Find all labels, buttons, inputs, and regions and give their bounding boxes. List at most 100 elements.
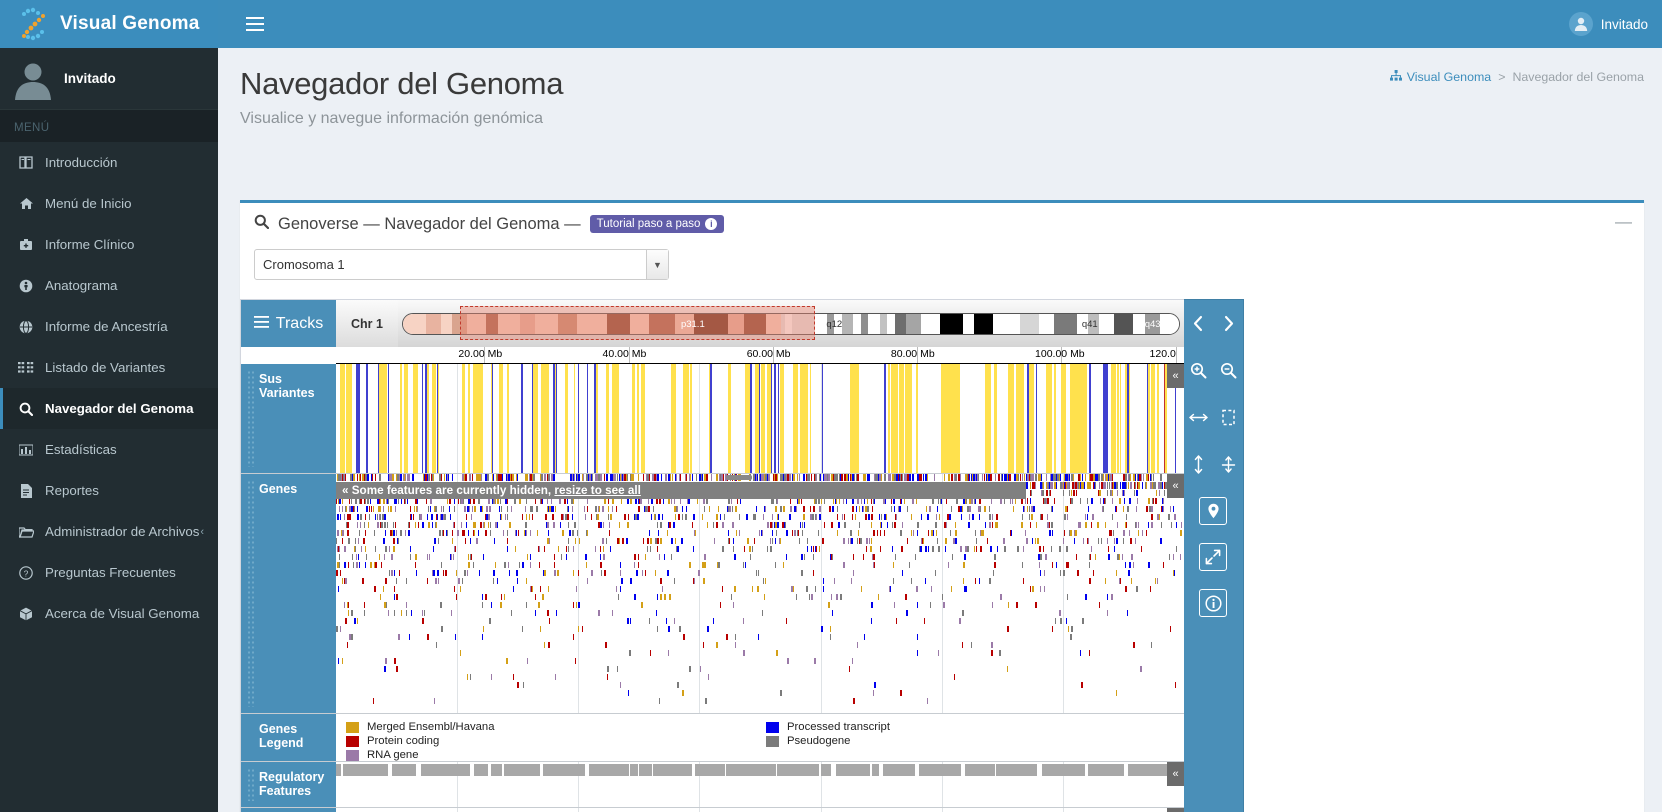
drag-grip-icon[interactable]	[247, 768, 254, 801]
resize-to-see-all-link[interactable]: resize to see all	[554, 484, 640, 497]
gene-feature	[1080, 474, 1081, 481]
track-label-sus-variantes[interactable]: Sus Variantes	[241, 364, 336, 473]
gene-feature	[971, 642, 972, 648]
horizontal-drag-button[interactable]	[1184, 394, 1214, 441]
gene-feature	[1103, 506, 1104, 512]
gene-feature	[771, 522, 773, 528]
region-select-button[interactable]	[1214, 394, 1244, 441]
gene-feature	[618, 522, 620, 528]
scroll-left-button[interactable]	[1184, 300, 1214, 347]
collapse-track-button[interactable]: «	[1167, 762, 1184, 786]
track-label-genes[interactable]: Genes	[241, 474, 336, 713]
marker-button[interactable]	[1199, 497, 1227, 525]
tracks-menu-button[interactable]: Tracks	[241, 300, 336, 347]
gene-feature	[585, 554, 588, 560]
drag-grip-icon[interactable]	[247, 370, 254, 467]
collapse-track-button[interactable]: «	[1167, 474, 1184, 498]
variant-bar	[413, 364, 418, 473]
ideogram-selection-region[interactable]	[460, 306, 815, 340]
sidebar-item-informe-clinico[interactable]: Informe Clínico	[0, 224, 218, 265]
track-body-sus-variantes[interactable]: «	[336, 364, 1184, 473]
track-scroll-nub[interactable]	[726, 475, 753, 480]
gene-feature	[682, 634, 685, 640]
gene-feature	[955, 474, 957, 481]
gene-feature	[621, 538, 624, 544]
sidebar-item-reportes[interactable]: Reportes	[0, 470, 218, 511]
sidebar-user-panel[interactable]: Invitado	[0, 48, 218, 110]
zoom-in-button[interactable]	[1184, 347, 1214, 394]
sidebar-item-introduccion[interactable]: Introducción	[0, 142, 218, 183]
height-reset-button[interactable]	[1214, 441, 1244, 488]
vertical-resize-button[interactable]	[1184, 441, 1214, 488]
track-body-genes[interactable]: « Some features are currently hidden, re…	[336, 474, 1184, 713]
variant-bar	[507, 364, 509, 473]
sidebar-item-administrador-de-archivos[interactable]: Administrador de Archivos ‹	[0, 511, 218, 552]
gene-feature	[1034, 602, 1037, 608]
gene-feature	[493, 538, 495, 544]
panel-minimize-button[interactable]: —	[1615, 213, 1632, 230]
genes-hidden-features-banner[interactable]: « Some features are currently hidden, re…	[336, 482, 1026, 499]
gene-feature	[718, 562, 721, 568]
gene-feature	[1045, 474, 1047, 481]
gene-feature	[527, 554, 528, 560]
tutorial-badge[interactable]: Tutorial paso a paso i	[589, 215, 725, 233]
legend-label: Pseudogene	[787, 735, 851, 747]
collapse-track-button[interactable]: «	[1167, 808, 1184, 812]
gene-feature	[866, 546, 868, 552]
gene-feature	[388, 570, 390, 576]
zoom-out-button[interactable]	[1214, 347, 1244, 394]
gene-feature	[1073, 538, 1075, 544]
chromosome-select[interactable]: Cromosoma 1 ▼	[254, 249, 669, 280]
sidebar-item-menu-de-inicio[interactable]: Menú de Inicio	[0, 183, 218, 224]
gene-feature	[1148, 498, 1150, 504]
sidebar-item-anatograma[interactable]: Anatograma	[0, 265, 218, 306]
gene-feature	[1149, 506, 1151, 512]
gene-feature	[873, 690, 875, 696]
gene-feature	[733, 586, 736, 592]
gene-feature	[463, 530, 465, 536]
collapse-track-button[interactable]: «	[1167, 364, 1184, 388]
sidebar-item-preguntas-frecuentes[interactable]: ? Preguntas Frecuentes	[0, 552, 218, 593]
gene-feature	[894, 554, 896, 560]
gene-feature	[633, 554, 636, 560]
gene-feature	[547, 474, 550, 481]
gene-feature	[990, 546, 992, 552]
gene-feature	[515, 530, 516, 536]
gene-feature	[865, 514, 867, 520]
variant-bar	[1054, 364, 1057, 473]
brand-logo[interactable]: Visual Genoma	[0, 0, 218, 48]
sidebar-item-listado-de-variantes[interactable]: Listado de Variantes	[0, 347, 218, 388]
gene-feature	[464, 506, 467, 512]
ideogram-area[interactable]: p31.1 q12 q41 q43	[398, 300, 1184, 347]
gene-feature	[1007, 602, 1009, 608]
gene-feature	[370, 562, 373, 568]
info-button[interactable]	[1199, 589, 1227, 617]
track-label-dbsnp[interactable]: dbSNP	[241, 808, 336, 812]
variant-bar	[1069, 364, 1072, 473]
gene-feature	[1048, 490, 1051, 496]
navbar-user-menu[interactable]: Invitado	[1568, 0, 1648, 48]
gene-feature	[1116, 482, 1118, 489]
track-label-regulatory-features[interactable]: Regulatory Features	[241, 762, 336, 807]
sidebar-toggle-button[interactable]	[232, 0, 278, 48]
toolbar-row-navigate	[1184, 300, 1243, 347]
scroll-right-button[interactable]	[1214, 300, 1244, 347]
gene-feature	[951, 506, 953, 512]
sidebar-item-acerca-de-visual-genoma[interactable]: Acerca de Visual Genoma	[0, 593, 218, 634]
sidebar-item-navegador-del-genoma[interactable]: Navegador del Genoma	[0, 388, 218, 429]
breadcrumb-home-link[interactable]: Visual Genoma	[1389, 70, 1491, 84]
gene-feature	[961, 506, 964, 512]
gene-feature	[657, 530, 659, 536]
track-body-regulatory-features[interactable]: «	[336, 762, 1184, 807]
track-body-dbsnp[interactable]: « Data for this track is not displayed i…	[336, 808, 1184, 812]
drag-grip-icon[interactable]	[247, 480, 254, 707]
gene-feature	[555, 674, 557, 680]
fullscreen-button[interactable]	[1199, 543, 1227, 571]
gene-feature	[415, 506, 417, 512]
sidebar-item-estadisticas[interactable]: Estadísticas	[0, 429, 218, 470]
ideogram-band	[425, 313, 441, 334]
gene-feature	[1160, 522, 1162, 528]
regulatory-block	[1041, 764, 1086, 776]
sidebar-item-informe-de-ancestria[interactable]: Informe de Ancestría	[0, 306, 218, 347]
gene-feature	[499, 514, 502, 520]
